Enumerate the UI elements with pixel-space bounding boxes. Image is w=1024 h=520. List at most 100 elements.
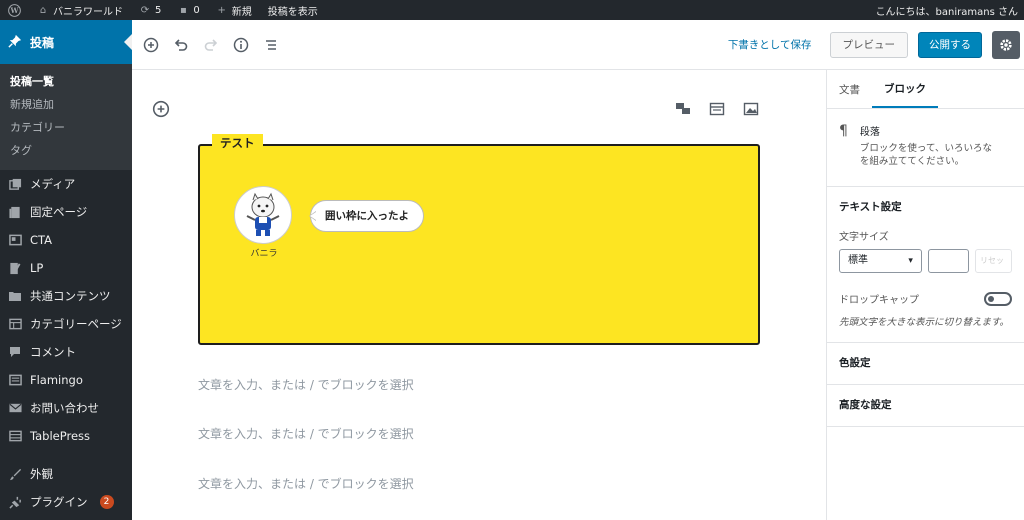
sidebar-item-flamingo[interactable]: Flamingo: [0, 366, 132, 394]
sidebar-tabs: 文書 ブロック: [827, 70, 1024, 109]
comments-link[interactable]: ▪ 0: [169, 0, 207, 20]
tab-block[interactable]: ブロック: [872, 70, 938, 108]
submenu-tags[interactable]: タグ: [0, 139, 132, 162]
pin-icon: [8, 34, 22, 51]
sidebar-item-comments[interactable]: コメント: [0, 338, 132, 366]
submenu-all-posts[interactable]: 投稿一覧: [0, 70, 132, 93]
sidebar-item-label: カテゴリーページ: [30, 317, 122, 331]
avatar: [234, 186, 292, 244]
publish-button[interactable]: 公開する: [918, 31, 982, 58]
color-settings-toggle[interactable]: 色設定: [839, 343, 1012, 384]
color-settings-panel: 色設定: [827, 343, 1024, 385]
speech-bubble[interactable]: 囲い枠に入ったよ: [309, 200, 424, 232]
submenu-categories[interactable]: カテゴリー: [0, 116, 132, 139]
undo-icon: [174, 38, 188, 51]
insert-table-block-button[interactable]: [708, 100, 726, 118]
home-icon: ⌂: [39, 4, 47, 16]
block-card: ¶ 段落 ブロックを使って、いろいろな を組み立ててください。: [827, 109, 1024, 187]
sidebar-item-label: LP: [30, 261, 44, 275]
chat-icon: [676, 103, 690, 114]
sidebar-item-label: お問い合わせ: [30, 401, 99, 415]
add-block-button[interactable]: [140, 34, 162, 56]
folder-icon: [8, 289, 22, 303]
drop-cap-toggle[interactable]: [984, 291, 1012, 306]
new-content-link[interactable]: + 新規: [208, 0, 260, 20]
posts-submenu: 投稿一覧 新規追加 カテゴリー タグ: [0, 64, 132, 170]
preview-button[interactable]: プレビュー: [829, 31, 908, 58]
custom-font-size-input[interactable]: [927, 249, 970, 273]
submenu-add-new[interactable]: 新規追加: [0, 93, 132, 116]
lp-icon: [8, 261, 22, 275]
sidebar-item-label: 外観: [30, 467, 53, 481]
editor-canvas: テスト バニラ 囲い枠に入ったよ 文章を入力、または / でブロックを選択 文章…: [132, 70, 826, 520]
quick-insert-toolbar: [674, 100, 760, 118]
sidebar-item-label: コメント: [30, 345, 76, 359]
sidebar-item-label: メディア: [30, 177, 76, 191]
undo-button[interactable]: [170, 34, 192, 56]
font-size-reset-button[interactable]: リセット: [975, 249, 1012, 273]
redo-icon: [204, 38, 218, 51]
paragraph-placeholder[interactable]: 文章を入力、または / でブロックを選択: [198, 376, 414, 393]
content-info-button[interactable]: [230, 34, 252, 56]
comment-icon: ▪: [179, 4, 187, 16]
box-frame-block[interactable]: テスト バニラ 囲い枠に入ったよ: [198, 134, 760, 345]
font-size-controls: 標準 リセット: [839, 249, 1012, 273]
admin-bar: W ⌂ バニラワールド ⟳ 5 ▪ 0 + 新規 投稿を表示 こんにちは、ban…: [0, 0, 1024, 20]
account-greeting[interactable]: こんにちは、baniramans さん: [868, 0, 1024, 20]
wordpress-icon: W: [8, 3, 21, 17]
sidebar-item-pages[interactable]: 固定ページ: [0, 198, 132, 226]
inline-add-block-button[interactable]: [152, 100, 170, 118]
advanced-toggle[interactable]: 高度な設定: [839, 385, 1012, 426]
sidebar-item-label: プラグイン: [30, 495, 88, 509]
sidebar-item-media[interactable]: メディア: [0, 170, 132, 198]
sidebar-item-common-content[interactable]: 共通コンテンツ: [0, 282, 132, 310]
redo-button[interactable]: [200, 34, 222, 56]
wordpress-logo[interactable]: W: [0, 0, 29, 20]
font-size-select[interactable]: 標準: [839, 249, 922, 273]
save-draft-button[interactable]: 下書きとして保存: [728, 37, 812, 52]
brush-icon: [8, 467, 22, 481]
plugin-icon: [8, 495, 22, 509]
editor-header: 下書きとして保存 プレビュー 公開する: [132, 20, 1024, 70]
view-post-label: 投稿を表示: [267, 6, 318, 18]
paragraph-placeholder[interactable]: 文章を入力、または / でブロックを選択: [198, 475, 414, 492]
updates-link[interactable]: ⟳ 5: [131, 0, 169, 20]
sidebar-item-posts[interactable]: 投稿: [0, 20, 132, 64]
site-name: バニラワールド: [53, 6, 123, 18]
media-icon: [8, 177, 22, 191]
settings-button[interactable]: [992, 30, 1020, 59]
font-size-label: 文字サイズ: [839, 232, 889, 243]
mail-icon: [8, 401, 22, 415]
speaker-name: バニラ: [250, 249, 278, 259]
view-post-link[interactable]: 投稿を表示: [260, 0, 326, 20]
drop-cap-help: 先頭文字を大きな表示に切り替えます。: [839, 317, 1010, 328]
block-card-body: 段落 ブロックを使って、いろいろな を組み立ててください。: [860, 123, 1024, 172]
comment-icon: [8, 345, 22, 359]
sidebar-item-contact[interactable]: お問い合わせ: [0, 394, 132, 422]
plus-circle-icon: [143, 37, 159, 52]
header-actions: 下書きとして保存 プレビュー 公開する: [728, 30, 1024, 59]
sidebar-item-label: Flamingo: [30, 373, 83, 387]
insert-image-block-button[interactable]: [742, 100, 760, 118]
insert-chat-block-button[interactable]: [674, 100, 692, 118]
text-settings-panel: テキスト設定 文字サイズ 標準 リセット ドロップキャップ 先頭文字を大きな表示…: [827, 187, 1024, 343]
table-icon: [709, 102, 725, 116]
paragraph-placeholder[interactable]: 文章を入力、または / でブロックを選択: [198, 425, 414, 442]
sidebar-item-lp[interactable]: LP: [0, 254, 132, 282]
sidebar-item-appearance[interactable]: 外観: [0, 460, 132, 488]
list-icon: [266, 39, 276, 50]
sidebar-item-category-pages[interactable]: カテゴリーページ: [0, 310, 132, 338]
page-icon: [8, 205, 22, 219]
flamingo-icon: [8, 373, 22, 387]
block-navigation-button[interactable]: [260, 34, 282, 56]
sidebar-item-tablepress[interactable]: TablePress: [0, 422, 132, 450]
speech-speaker: バニラ: [234, 186, 294, 259]
drop-cap-row: ドロップキャップ: [839, 291, 1012, 306]
tab-document[interactable]: 文書: [827, 70, 872, 108]
plus-circle-icon: [152, 100, 170, 118]
sidebar-item-cta[interactable]: CTA: [0, 226, 132, 254]
site-name-link[interactable]: ⌂ バニラワールド: [29, 0, 131, 20]
text-settings-toggle[interactable]: テキスト設定: [839, 187, 1012, 228]
sidebar-item-plugins[interactable]: プラグイン 2: [0, 488, 132, 516]
sidebar-item-label: TablePress: [30, 429, 91, 443]
